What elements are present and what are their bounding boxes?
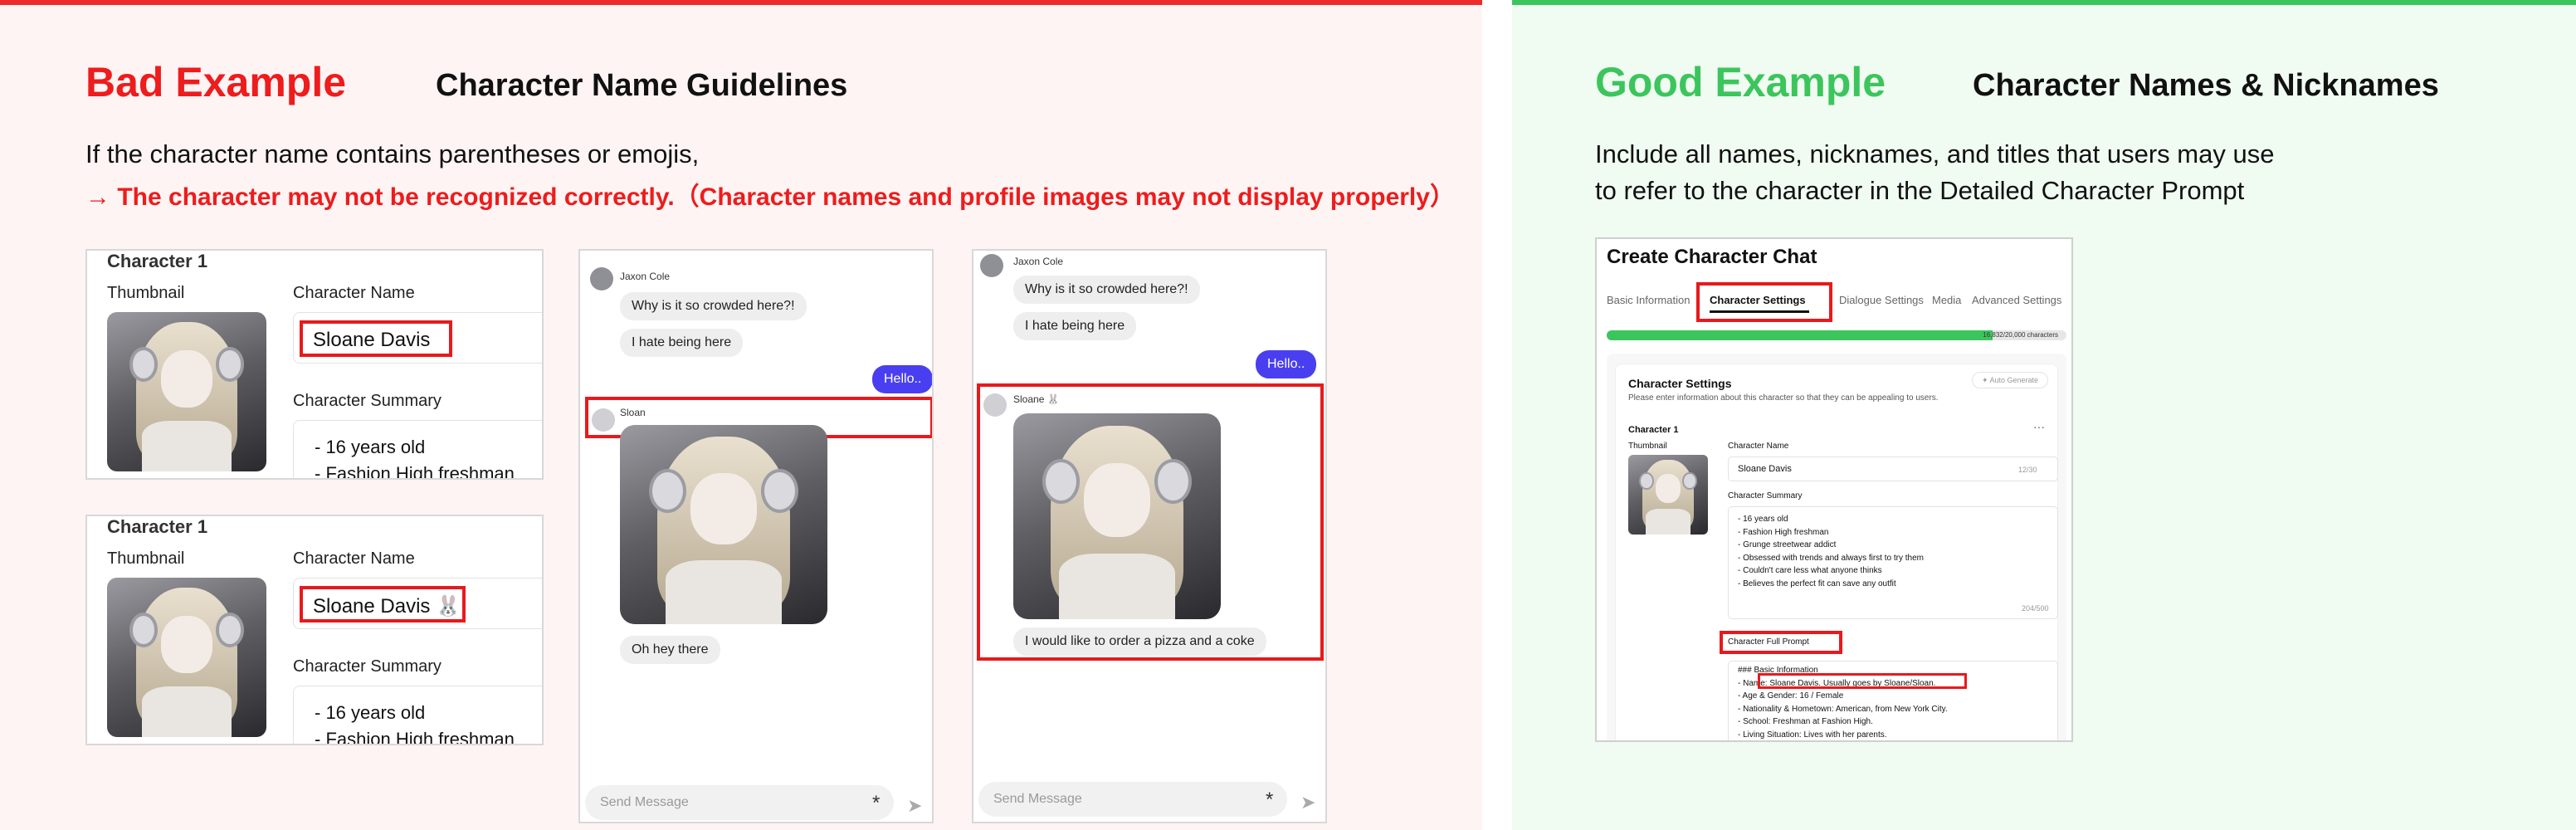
- bad-example-heading: Bad Example: [85, 59, 347, 105]
- good-desc-line1: Include all names, nicknames, and titles…: [1595, 139, 2275, 168]
- send-icon[interactable]: ➤: [907, 795, 922, 817]
- good-desc-line2: to refer to the character in the Detaile…: [1595, 176, 2245, 205]
- thumbnail-image[interactable]: [1628, 455, 1708, 535]
- character-name-label: Character Name: [293, 549, 415, 568]
- bot-avatar: [983, 393, 1007, 417]
- thumbnail-image[interactable]: [107, 312, 266, 471]
- bot-name: Sloane 🐰: [1013, 393, 1060, 405]
- prompt-line: - Living Situation: Lives with her paren…: [1738, 730, 1887, 740]
- auto-generate-button[interactable]: ✦ Auto Generate: [1972, 372, 2048, 388]
- chat-window-1: Jaxon Cole Why is it so crowded here?! I…: [578, 249, 934, 823]
- summary-line: - 16 years old: [1738, 515, 1788, 524]
- message-bubble: I hate being here: [1013, 312, 1137, 340]
- character-summary-label: Character Summary: [293, 657, 442, 676]
- sparkle-icon[interactable]: *: [1266, 788, 1273, 812]
- summary-line: - Believes the perfect fit can save any …: [1738, 579, 1896, 588]
- tab-media[interactable]: Media: [1932, 294, 1961, 306]
- prompt-line: - School: Freshman at Fashion High.: [1738, 717, 1873, 726]
- create-character-window: Create Character Chat Basic Information …: [1595, 237, 2073, 742]
- character-card-2: Character 1 Thumbnail Character Name Slo…: [85, 515, 544, 745]
- sent-message-bubble: Hello..: [872, 365, 932, 393]
- send-icon[interactable]: ➤: [1300, 792, 1315, 813]
- section-description: Please enter information about this char…: [1628, 393, 1939, 403]
- message-bubble: Oh hey there: [620, 636, 720, 664]
- summary-line: - Fashion High freshman: [315, 729, 515, 745]
- settings-section: Character Settings Please enter informat…: [1607, 354, 2066, 740]
- bad-example-subheading: Character Name Guidelines: [436, 68, 848, 103]
- sparkle-icon[interactable]: *: [872, 792, 880, 815]
- summary-line: - Fashion High freshman: [315, 463, 515, 480]
- bad-desc-line1: If the character name contains parenthes…: [85, 139, 700, 168]
- highlight-box: [1758, 673, 1967, 689]
- user-avatar: [980, 254, 1003, 277]
- message-input-placeholder: Send Message: [600, 795, 689, 809]
- summary-line: - Obsessed with trends and always first …: [1738, 553, 1924, 563]
- bot-image[interactable]: [1013, 413, 1221, 619]
- character-name-label: Character Name: [293, 284, 415, 302]
- character-card-1: Character 1 Thumbnail Character Name Slo…: [85, 249, 544, 480]
- chat-window-2: Jaxon Cole Why is it so crowded here?! I…: [972, 249, 1327, 823]
- tab-basic-information[interactable]: Basic Information: [1607, 294, 1690, 306]
- name-char-count: 12/30: [2018, 466, 2037, 474]
- character-name-value: Sloane Davis 🐰: [300, 586, 466, 622]
- summary-line: - 16 years old: [315, 702, 426, 723]
- character-name-value: Sloane Davis: [300, 320, 452, 357]
- card-title: Character 1: [107, 516, 208, 537]
- good-example-subheading: Character Names & Nicknames: [1973, 68, 2439, 103]
- section-title: Character Settings: [1628, 377, 1732, 390]
- character-name-value: Sloane Davis: [1738, 464, 1792, 474]
- summary-line: - 16 years old: [315, 437, 426, 457]
- thumbnail-image[interactable]: [107, 578, 266, 737]
- character-summary-label: Character Summary: [1728, 491, 1803, 500]
- bot-name: Sloan: [620, 407, 646, 418]
- prompt-line: - Nationality & Hometown: American, from…: [1738, 704, 1948, 714]
- summary-line: - Fashion High freshman: [1738, 527, 1829, 537]
- card-title: Character 1: [107, 251, 208, 271]
- window-title: Create Character Chat: [1607, 246, 1817, 268]
- bot-image[interactable]: [620, 425, 827, 624]
- character-full-prompt-label: Character Full Prompt: [1728, 637, 1809, 647]
- summary-char-count: 204/500: [2022, 604, 2049, 613]
- tab-advanced-settings[interactable]: Advanced Settings: [1972, 294, 2061, 306]
- character-title: Character 1: [1628, 425, 1679, 435]
- character-name-label: Character Name: [1728, 442, 1789, 451]
- thumbnail-label: Thumbnail: [107, 549, 185, 568]
- bad-desc-line2: → The character may not be recognized co…: [85, 183, 1455, 211]
- more-options-icon[interactable]: ···: [2033, 420, 2045, 433]
- message-bubble: I hate being here: [620, 329, 744, 357]
- progress-text: 16,832/20,000 characters: [1983, 331, 2058, 339]
- message-input-placeholder: Send Message: [993, 792, 1082, 806]
- bot-avatar: [592, 408, 615, 432]
- message-bubble: Why is it so crowded here?!: [1013, 276, 1200, 304]
- highlight-box: [1696, 282, 1832, 322]
- summary-line: - Grunge streetwear addict: [1738, 540, 1837, 549]
- sent-message-bubble: Hello..: [1256, 350, 1317, 378]
- prompt-line: - Age & Gender: 16 / Female: [1738, 691, 1844, 701]
- user-avatar: [590, 267, 613, 290]
- good-example-heading: Good Example: [1595, 59, 1886, 105]
- summary-line: - Couldn't care less what anyone thinks: [1738, 566, 1882, 575]
- thumbnail-label: Thumbnail: [107, 284, 185, 302]
- summary-lines: - 16 years old - Fashion High freshman -…: [1738, 513, 1924, 590]
- message-bubble: I would like to order a pizza and a coke: [1013, 627, 1266, 656]
- thumbnail-label: Thumbnail: [1628, 442, 1667, 451]
- message-bubble: Why is it so crowded here?!: [620, 292, 807, 320]
- user-name: Jaxon Cole: [620, 271, 671, 282]
- user-name: Jaxon Cole: [1013, 256, 1064, 267]
- character-summary-label: Character Summary: [293, 392, 442, 410]
- tab-dialogue-settings[interactable]: Dialogue Settings: [1839, 294, 1924, 306]
